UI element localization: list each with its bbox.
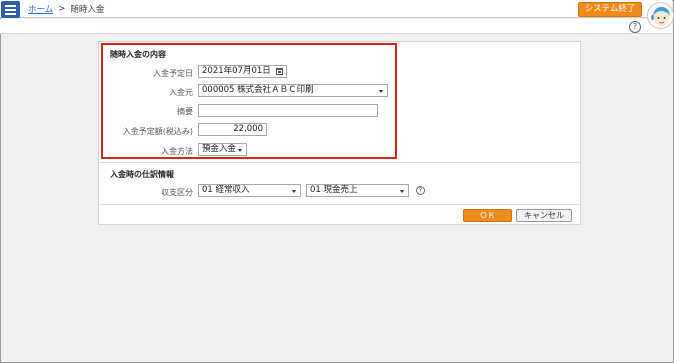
breadcrumb-current: 随時入金 bbox=[70, 5, 105, 15]
highlight-box bbox=[101, 43, 397, 159]
system-exit-button[interactable]: システム終了 bbox=[578, 2, 642, 17]
sub-bar bbox=[0, 19, 672, 34]
top-bar: ホーム > 随時入金 システム終了 bbox=[0, 0, 672, 18]
cancel-button[interactable]: キャンセル bbox=[516, 209, 572, 222]
ok-button[interactable]: ＯＫ bbox=[463, 209, 512, 222]
category-select-1[interactable]: 01 経常収入 bbox=[198, 184, 301, 197]
category-help-icon[interactable]: ? bbox=[416, 186, 425, 195]
help-icon[interactable]: ? bbox=[629, 21, 641, 33]
footer-divider bbox=[99, 204, 580, 205]
category-value-1: 01 経常収入 bbox=[202, 185, 250, 195]
section-title-journal: 入金時の仕訳情報 bbox=[110, 170, 174, 179]
breadcrumb-home-link[interactable]: ホーム bbox=[28, 3, 53, 15]
category-value-2: 01 現金売上 bbox=[310, 185, 358, 195]
assistant-avatar-icon[interactable] bbox=[647, 2, 674, 29]
breadcrumb: ホーム > 随時入金 bbox=[28, 3, 104, 15]
section-divider bbox=[99, 162, 580, 163]
category-label: 収支区分 bbox=[161, 188, 193, 197]
breadcrumb-separator: > bbox=[58, 4, 66, 14]
hamburger-menu-icon[interactable] bbox=[1, 1, 20, 18]
category-select-2[interactable]: 01 現金売上 bbox=[306, 184, 409, 197]
